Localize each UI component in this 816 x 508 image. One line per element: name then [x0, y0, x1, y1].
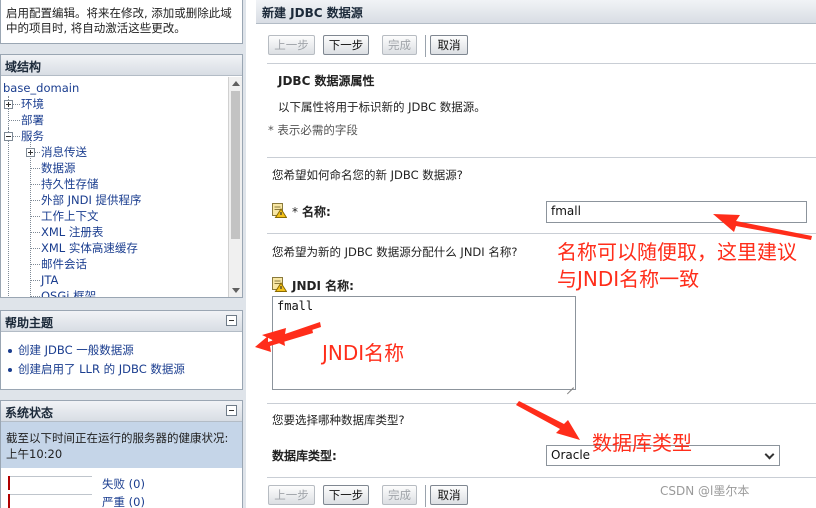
help-warning-icon[interactable] [272, 277, 287, 292]
divider [267, 403, 816, 404]
domain-tree: base_domain 环境 部署 服务 消息传送 数据源 持久性存储 外部 J… [1, 77, 228, 297]
collapse-icon[interactable] [226, 405, 237, 416]
name-label: * 名称: [292, 205, 331, 219]
divider [267, 63, 816, 64]
scroll-thumb[interactable] [231, 91, 240, 239]
next-button[interactable]: 下一步 [323, 485, 369, 505]
tree-item-jta[interactable]: JTA [1, 272, 228, 288]
change-center-panel: 启用配置编辑。将来在修改, 添加或删除此域中的项目时, 将自动激活这些更改。 [0, 0, 243, 44]
tree-root[interactable]: base_domain [1, 80, 228, 96]
divider [267, 477, 816, 478]
help-item[interactable]: 创建启用了 LLR 的 JDBC 数据源 [7, 360, 238, 379]
system-status-title: 系统状态 [5, 406, 54, 420]
help-topics-panel: 帮助主题 创建 JDBC 一般数据源 创建启用了 LLR 的 JDBC 数据源 [0, 310, 243, 390]
jndi-question: 您希望为新的 JDBC 数据源分配什么 JNDI 名称? [272, 245, 518, 259]
scroll-up-icon[interactable] [232, 81, 240, 86]
section-title: JDBC 数据源属性 [278, 74, 375, 88]
tree-scrollbar[interactable] [228, 77, 242, 297]
help-topics-title: 帮助主题 [5, 316, 54, 330]
system-status-panel: 系统状态 截至以下时间正在运行的服务器的健康状况: 上午10:20 失败 (0)… [0, 400, 243, 508]
watermark: CSDN @l墨尔本 [660, 484, 750, 498]
tree-item-datasources[interactable]: 数据源 [1, 160, 228, 176]
tree-item-messaging[interactable]: 消息传送 [1, 144, 228, 160]
annotation-name-line1: 名称可以随便取，这里建议 [557, 240, 797, 264]
required-note: * 表示必需的字段 [268, 123, 358, 137]
resize-grip-icon[interactable] [565, 379, 574, 388]
domain-structure-title: 域结构 [1, 55, 242, 76]
health-bar [8, 494, 92, 508]
tree-item-mail-sessions[interactable]: 邮件会话 [1, 256, 228, 272]
annotation-name-line2: 与JNDI名称一致 [557, 267, 700, 291]
back-button[interactable]: 上一步 [268, 35, 315, 55]
expand-icon[interactable] [4, 100, 13, 109]
divider [267, 157, 816, 158]
help-item[interactable]: 创建 JDBC 一般数据源 [7, 341, 238, 360]
cancel-button[interactable]: 取消 [430, 35, 468, 55]
help-warning-icon[interactable] [272, 203, 287, 218]
annotation-dbtype: 数据库类型 [592, 431, 692, 455]
finish-button[interactable]: 完成 [382, 35, 417, 55]
collapse-icon[interactable] [4, 132, 13, 141]
jndi-label: JNDI 名称: [292, 279, 354, 293]
cancel-button[interactable]: 取消 [430, 485, 468, 505]
chevron-down-icon [764, 449, 775, 460]
divider [267, 233, 816, 234]
jndi-textarea[interactable]: fmall [272, 296, 576, 390]
section-description: 以下属性将用于标识新的 JDBC 数据源。 [278, 100, 486, 114]
finish-button[interactable]: 完成 [382, 485, 417, 505]
health-row-critical: 严重 (0) [1, 492, 242, 508]
tree-item-foreign-jndi[interactable]: 外部 JNDI 提供程序 [1, 192, 228, 208]
health-row-failed: 失败 (0) [1, 474, 242, 492]
collapse-icon[interactable] [226, 315, 237, 326]
status-description: 截至以下时间正在运行的服务器的健康状况: 上午10:20 [1, 422, 242, 468]
domain-structure-panel: 域结构 base_domain 环境 部署 服务 消息传送 数据源 持久性存储 … [0, 54, 243, 298]
failed-link[interactable]: 失败 (0) [102, 476, 145, 492]
button-separator [425, 485, 426, 507]
name-input[interactable]: fmall [546, 201, 807, 223]
tree-item-xml-registries[interactable]: XML 注册表 [1, 224, 228, 240]
annotation-jndi: JNDI名称 [322, 341, 405, 365]
tree-item-environment[interactable]: 环境 [1, 96, 228, 112]
dbtype-question: 您要选择哪种数据库类型? [272, 413, 405, 427]
dbtype-label: 数据库类型: [272, 449, 337, 463]
tree-item-work-contexts[interactable]: 工作上下文 [1, 208, 228, 224]
left-sidebar: 启用配置编辑。将来在修改, 添加或删除此域中的项目时, 将自动激活这些更改。 域… [0, 0, 246, 508]
critical-link[interactable]: 严重 (0) [102, 494, 145, 508]
tree-item-persistent-stores[interactable]: 持久性存储 [1, 176, 228, 192]
wizard-title: 新建 JDBC 数据源 [256, 0, 816, 24]
next-button[interactable]: 下一步 [323, 35, 369, 55]
button-separator [425, 35, 426, 57]
change-center-text: 启用配置编辑。将来在修改, 添加或删除此域中的项目时, 将自动激活这些更改。 [6, 6, 232, 35]
name-question: 您希望如何命名您的新 JDBC 数据源? [272, 168, 463, 182]
expand-icon[interactable] [26, 148, 35, 157]
tree-item-xml-entity-caches[interactable]: XML 实体高速缓存 [1, 240, 228, 256]
health-bar [8, 476, 92, 490]
back-button[interactable]: 上一步 [268, 485, 315, 505]
tree-item-osgi[interactable]: OSGi 框架 [1, 288, 228, 297]
scroll-down-icon[interactable] [232, 288, 240, 293]
tree-item-deployments[interactable]: 部署 [1, 112, 228, 128]
required-star: * [292, 205, 298, 219]
tree-item-services[interactable]: 服务 [1, 128, 228, 144]
